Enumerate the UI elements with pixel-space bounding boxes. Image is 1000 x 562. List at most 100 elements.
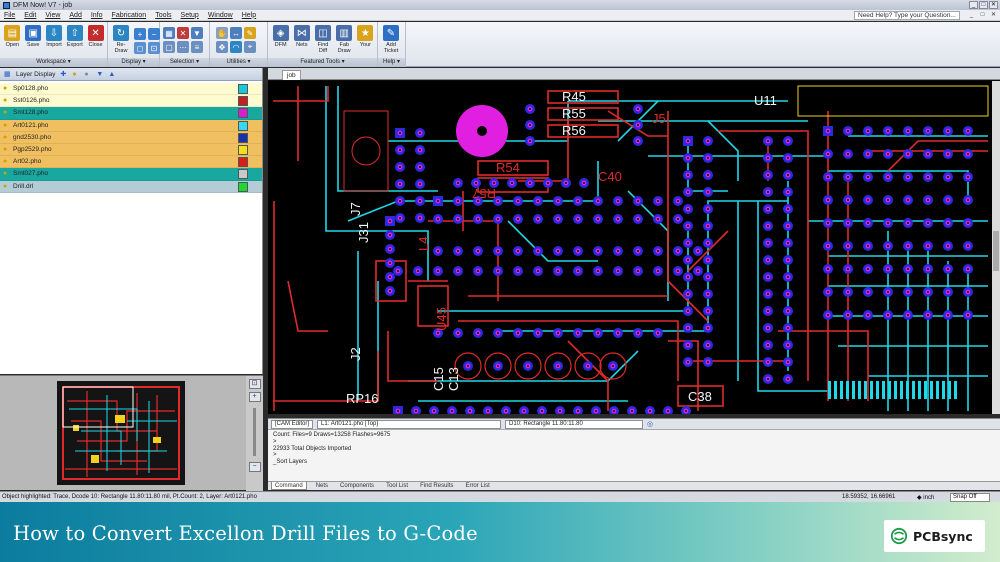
menu-tools[interactable]: Tools <box>155 12 171 19</box>
zoom-in-icon[interactable]: + <box>134 28 146 40</box>
snap-mode-select[interactable]: Snap Off <box>950 493 990 502</box>
layer-row[interactable]: ● Art02.pho <box>0 156 262 169</box>
menu-edit[interactable]: Edit <box>24 12 36 19</box>
visibility-bulb-icon[interactable]: ● <box>0 122 10 129</box>
units-indicator[interactable]: ◆ inch <box>917 494 934 501</box>
paint-icon[interactable]: ✎ <box>244 27 256 39</box>
layer-row[interactable]: ● Sp0128.pho <box>0 83 262 96</box>
menu-help[interactable]: Help <box>242 12 256 19</box>
layer-row[interactable]: ● Sst0126.pho <box>0 95 262 108</box>
menu-info[interactable]: Info <box>91 12 103 19</box>
layer-color-swatch[interactable] <box>238 157 248 168</box>
layer-color-swatch[interactable] <box>238 132 248 143</box>
move-icon[interactable]: ✥ <box>216 41 228 53</box>
tab-components[interactable]: Components <box>337 482 377 490</box>
group-label-help[interactable]: Help ▾ <box>378 58 405 67</box>
select-net-icon[interactable]: ⋯ <box>177 41 189 53</box>
layer-color-swatch[interactable] <box>238 84 248 94</box>
visibility-bulb-icon[interactable]: ● <box>0 109 10 116</box>
board-thumbnail[interactable] <box>57 381 185 485</box>
filter-icon[interactable]: ▼ <box>191 27 203 39</box>
re-draw-button[interactable]: ↻ Re-Draw <box>111 25 131 54</box>
scroll-thumb[interactable] <box>993 231 999 271</box>
menu-view[interactable]: View <box>45 12 60 19</box>
minimize-button[interactable]: _ <box>969 1 978 9</box>
layer-row[interactable]: ● Smt027.pho <box>0 168 262 181</box>
visibility-bulb-icon[interactable]: ● <box>0 146 10 153</box>
canvas-vertical-scrollbar[interactable] <box>992 81 1000 414</box>
bulb-all-icon[interactable]: ● <box>72 71 79 78</box>
group-label-workspace[interactable]: Workspace ▾ <box>0 58 107 67</box>
menu-setup[interactable]: Setup <box>181 12 199 19</box>
preview-zoom-fit-icon[interactable]: ⊡ <box>248 379 261 389</box>
layer-row[interactable]: ● Art0121.pho <box>0 119 262 132</box>
fab-draw-button[interactable]: ▥ Fab Draw <box>335 25 354 54</box>
select-all-icon[interactable]: ▦ <box>163 27 175 39</box>
group-label-featured-tools[interactable]: Featured Tools ▾ <box>268 58 377 67</box>
mdi-close-button[interactable]: ✕ <box>989 11 998 19</box>
find-diff-button[interactable]: ◫ Find Diff <box>313 25 332 54</box>
export-button[interactable]: ⇧ Export <box>65 25 84 48</box>
import-button[interactable]: ⇩ Import <box>45 25 64 48</box>
menu-window[interactable]: Window <box>208 12 233 19</box>
preview-zoom-in-icon[interactable]: + <box>248 392 261 402</box>
move-down-icon[interactable]: ▼ <box>96 71 103 78</box>
group-label-selection[interactable]: Selection ▾ <box>160 58 209 67</box>
visibility-bulb-icon[interactable]: ● <box>0 158 10 165</box>
your-button[interactable]: ★ Your <box>356 25 375 54</box>
tab-find-results[interactable]: Find Results <box>417 482 456 490</box>
move-up-icon[interactable]: ▲ <box>108 71 115 78</box>
zoom-fit-icon[interactable]: ⊡ <box>148 42 160 54</box>
visibility-bulb-icon[interactable]: ● <box>0 134 10 141</box>
add-ticket-button[interactable]: ✎ Add Ticket <box>381 25 401 54</box>
layer-color-swatch[interactable] <box>238 120 248 131</box>
measure-icon[interactable]: ↔ <box>230 27 242 39</box>
nets-button[interactable]: ⋈ Nets <box>292 25 311 54</box>
dcode-select-combo[interactable]: D10: Rectangle 11.80:11.80 <box>505 419 644 429</box>
layer-color-swatch[interactable] <box>238 181 248 192</box>
menu-file[interactable]: File <box>4 12 15 19</box>
visibility-bulb-icon[interactable]: ● <box>0 170 10 177</box>
snap-icon[interactable]: ⌖ <box>244 41 256 53</box>
pcb-canvas[interactable]: R45 R55 R56 R54R57 U11 J5 J31 J7 J2 C15 C13 RP16 C38… <box>268 81 992 414</box>
mdi-minimize-button[interactable]: _ <box>967 11 976 19</box>
wifi-icon[interactable]: ◠ <box>230 41 242 53</box>
layer-select-combo[interactable]: L1: Art0121.pho [Top] <box>317 419 502 429</box>
select-layer-icon[interactable]: ≡ <box>191 41 203 53</box>
visibility-bulb-icon[interactable]: ● <box>0 85 10 92</box>
group-label-utilities[interactable]: Utilities ▾ <box>210 58 267 67</box>
menu-add[interactable]: Add <box>69 12 81 19</box>
layer-color-swatch[interactable] <box>238 169 248 180</box>
visibility-bulb-icon[interactable]: ● <box>0 183 10 190</box>
layer-row[interactable]: ● Smt128.pho <box>0 107 262 120</box>
select-window-icon[interactable]: ▢ <box>163 41 175 53</box>
pin-icon[interactable]: ✚ <box>60 71 67 78</box>
dfm-button[interactable]: ◈ DFM <box>271 25 290 54</box>
editor-mode-combo[interactable]: [CAM Editor] <box>271 419 314 429</box>
close-window-button[interactable]: ✕ <box>989 1 998 9</box>
help-search-input[interactable]: Need Help? Type your Question... <box>854 11 960 20</box>
tab-job[interactable]: job <box>282 70 301 80</box>
close-button[interactable]: ✕ Close <box>86 25 105 48</box>
tab-tool-list[interactable]: Tool List <box>383 482 411 490</box>
hand-icon[interactable]: ✋ <box>216 27 228 39</box>
layer-color-swatch[interactable] <box>238 96 248 107</box>
save-button[interactable]: ▣ Save <box>24 25 43 48</box>
zoom-slider[interactable] <box>253 408 256 456</box>
deselect-icon[interactable]: ✕ <box>177 27 189 39</box>
bulb-off-icon[interactable]: ● <box>84 71 91 78</box>
menu-fabrication[interactable]: Fabrication <box>112 12 147 19</box>
zoom-window-icon[interactable]: ◻ <box>134 42 146 54</box>
open-button[interactable]: ▤ Open <box>3 25 22 48</box>
group-label-display[interactable]: Display ▾ <box>108 58 159 67</box>
tab-command[interactable]: Command <box>271 482 307 490</box>
layer-color-swatch[interactable] <box>238 144 248 155</box>
visibility-bulb-icon[interactable]: ● <box>0 97 10 104</box>
zoom-out-icon[interactable]: − <box>148 28 160 40</box>
tab-error-list[interactable]: Error List <box>462 482 492 490</box>
preview-zoom-out-icon[interactable]: − <box>248 462 261 472</box>
layer-row[interactable]: ● Drill.drl <box>0 180 262 193</box>
tab-nets[interactable]: Nets <box>313 482 331 490</box>
aperture-icon[interactable]: ◎ <box>647 420 653 428</box>
mdi-restore-button[interactable]: □ <box>978 11 987 19</box>
